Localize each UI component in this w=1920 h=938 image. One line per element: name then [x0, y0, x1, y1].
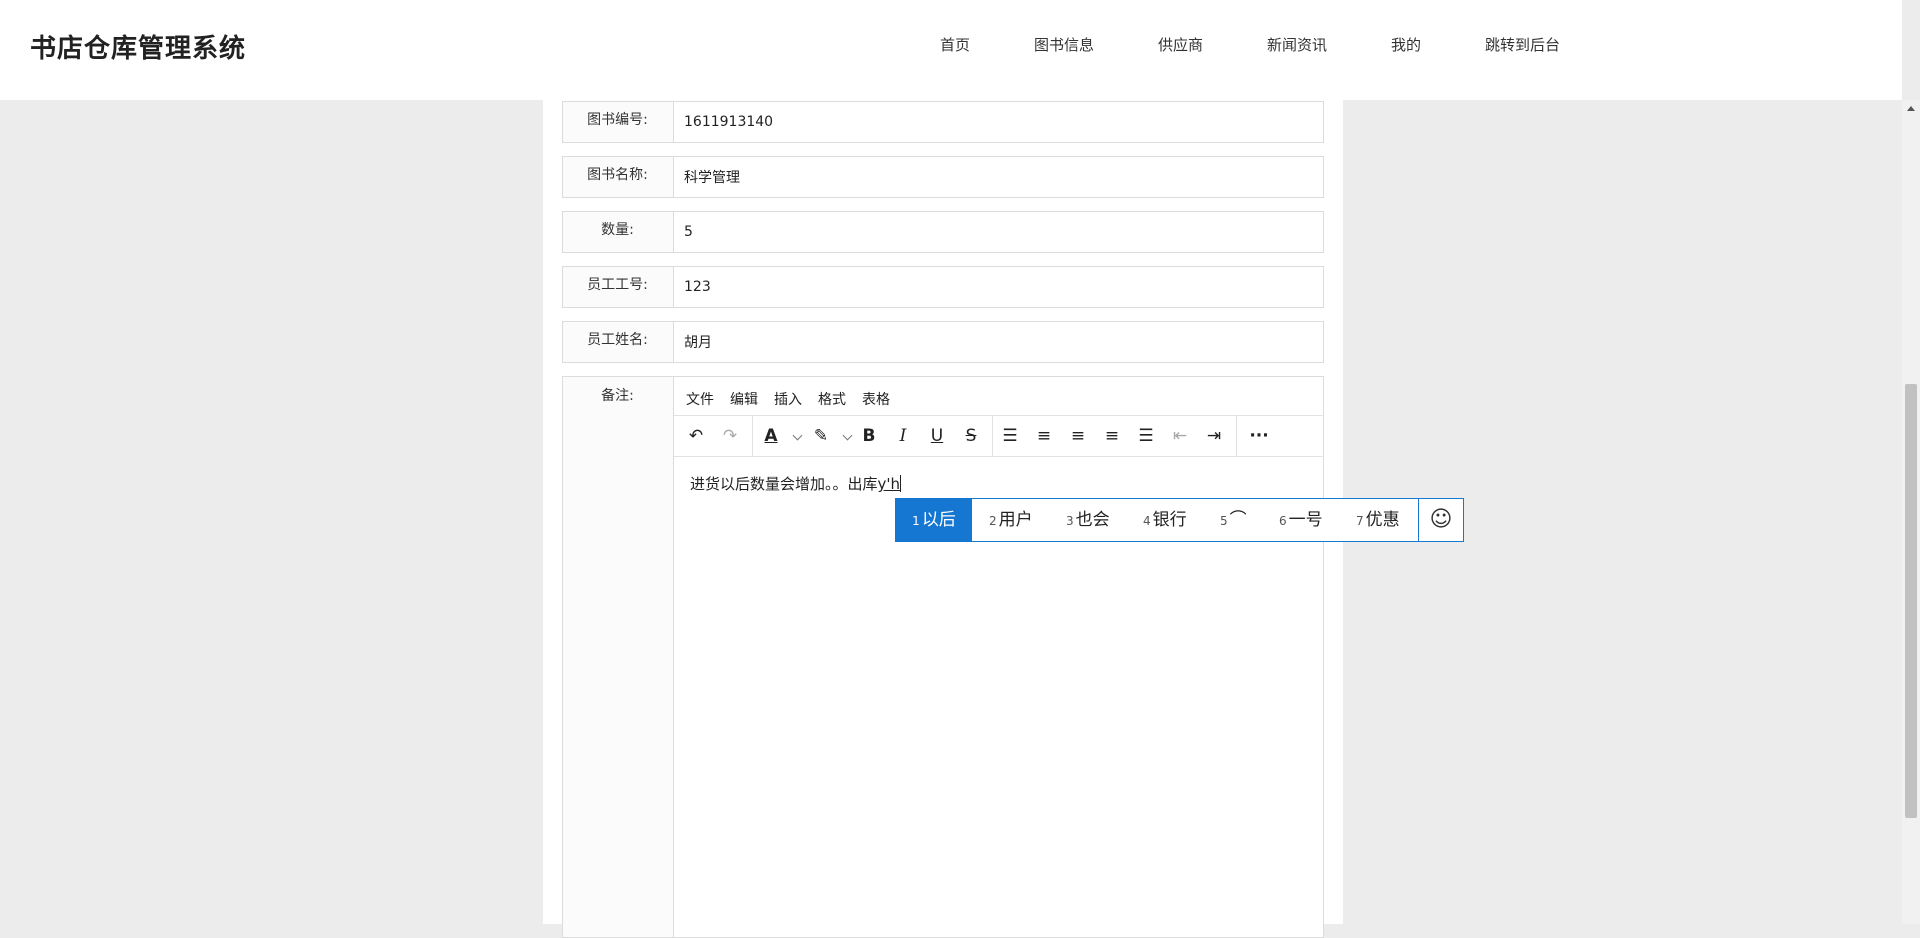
employee-name-input[interactable] [673, 322, 1323, 362]
employee-id-input[interactable] [673, 267, 1323, 307]
ime-candidate-7[interactable]: 7 优惠 [1356, 499, 1400, 541]
nav-home[interactable]: 首页 [940, 34, 970, 55]
scrollbar-thumb[interactable] [1905, 384, 1917, 818]
chevron-down-icon[interactable] [842, 430, 853, 441]
ime-candidate-5[interactable]: 5 ⌒ [1220, 499, 1247, 541]
undo-icon[interactable]: ↶ [684, 422, 708, 450]
candidate-number: 1 [912, 514, 920, 528]
quantity-input[interactable] [673, 212, 1323, 252]
indent-icon[interactable]: ⇥ [1202, 422, 1226, 450]
candidate-text: 也会 [1075, 510, 1110, 530]
editor-menubar: 文件 编辑 插入 格式 表格 [674, 377, 1323, 416]
candidate-number: 7 [1356, 514, 1364, 528]
menu-insert[interactable]: 插入 [774, 389, 802, 409]
smiley-icon[interactable]: ☺ [1419, 499, 1463, 541]
candidate-number: 2 [989, 514, 997, 528]
nav-mine[interactable]: 我的 [1391, 34, 1421, 55]
candidate-text: 一号 [1288, 510, 1323, 530]
field-label: 数量: [601, 222, 634, 238]
candidate-number: 5 [1220, 514, 1228, 528]
scroll-up-arrow-icon[interactable] [1907, 106, 1915, 111]
nav-suppliers[interactable]: 供应商 [1158, 34, 1203, 55]
field-label: 备注: [601, 388, 634, 404]
candidate-number: 4 [1143, 514, 1151, 528]
ime-candidate-6[interactable]: 6 一号 [1279, 499, 1323, 541]
outdent-icon[interactable]: ⇤ [1168, 422, 1192, 450]
candidate-text: 优惠 [1365, 510, 1400, 530]
align-left-icon[interactable]: ≡ [1032, 422, 1056, 450]
candidate-text: 银行 [1152, 510, 1187, 530]
highlight-icon[interactable]: ✎ [810, 422, 832, 450]
ime-candidate-3[interactable]: 3 也会 [1066, 499, 1110, 541]
site-title: 书店仓库管理系统 [30, 34, 247, 64]
candidate-number: 3 [1066, 514, 1074, 528]
nav-backend[interactable]: 跳转到后台 [1485, 34, 1560, 55]
form-row-employee-name: 员工姓名: [562, 321, 1324, 363]
candidate-number: 6 [1279, 514, 1287, 528]
redo-icon[interactable]: ↷ [718, 422, 742, 450]
toolbar-separator [1236, 416, 1237, 456]
strikethrough-icon[interactable]: S [960, 422, 982, 450]
ime-composition: y'h [877, 475, 901, 493]
book-id-input[interactable] [673, 102, 1323, 142]
underline-icon[interactable]: U [926, 422, 948, 450]
field-label: 员工工号: [587, 277, 648, 293]
candidate-text: ⌒ [1229, 510, 1247, 530]
field-label: 员工姓名: [587, 332, 648, 348]
ime-candidate-1[interactable]: 1 以后 [896, 499, 972, 541]
text-color-icon[interactable]: A [760, 422, 782, 450]
field-label: 图书编号: [587, 112, 648, 128]
align-justify-icon[interactable]: ☰ [1134, 422, 1158, 450]
align-center-icon[interactable]: ≡ [1066, 422, 1090, 450]
nav-book-info[interactable]: 图书信息 [1034, 34, 1094, 55]
editor-toolbar: ↶ ↷ A ✎ B I U S ☰ ≡ ≡ ≡ ☰ ⇤ ⇥ ··· [674, 416, 1323, 457]
candidate-text: 用户 [998, 510, 1033, 530]
italic-icon[interactable]: I [892, 422, 914, 450]
editor-content[interactable]: 进货以后数量会增加。。出库y'h [690, 473, 902, 494]
form-row-employee-id: 员工工号: [562, 266, 1324, 308]
bold-icon[interactable]: B [858, 422, 880, 450]
nav-news[interactable]: 新闻资讯 [1267, 34, 1327, 55]
form-row-remark: 备注: 文件 编辑 插入 格式 表格 ↶ ↷ A ✎ B I U S ☰ ≡ ≡… [562, 376, 1324, 938]
line-height-icon[interactable]: ☰ [998, 422, 1022, 450]
text-cursor [900, 475, 902, 492]
menu-table[interactable]: 表格 [862, 389, 890, 409]
ime-candidate-2[interactable]: 2 用户 [989, 499, 1033, 541]
editor-text: 进货以后数量会增加。。出库 [690, 475, 878, 493]
more-icon[interactable]: ··· [1244, 422, 1274, 450]
menu-edit[interactable]: 编辑 [730, 389, 758, 409]
form-row-quantity: 数量: [562, 211, 1324, 253]
menu-format[interactable]: 格式 [818, 389, 846, 409]
top-header: 书店仓库管理系统 首页 图书信息 供应商 新闻资讯 我的 跳转到后台 [0, 0, 1902, 100]
page-scrollbar[interactable] [1902, 100, 1920, 924]
book-name-input[interactable] [673, 157, 1323, 197]
form-row-book-id: 图书编号: [562, 101, 1324, 143]
ime-candidate-4[interactable]: 4 银行 [1143, 499, 1187, 541]
form-row-book-name: 图书名称: [562, 156, 1324, 198]
rich-text-editor: 文件 编辑 插入 格式 表格 ↶ ↷ A ✎ B I U S ☰ ≡ ≡ ≡ ☰… [673, 377, 1323, 937]
candidate-text: 以后 [921, 510, 956, 530]
menu-file[interactable]: 文件 [686, 389, 714, 409]
toolbar-separator [752, 416, 753, 456]
toolbar-separator [992, 416, 993, 456]
chevron-down-icon[interactable] [792, 430, 803, 441]
align-right-icon[interactable]: ≡ [1100, 422, 1124, 450]
ime-candidate-bar: 1 以后 2 用户 3 也会 4 银行 5 ⌒ 6 一号 7 优惠 ☺ [895, 498, 1464, 542]
field-label: 图书名称: [587, 167, 648, 183]
